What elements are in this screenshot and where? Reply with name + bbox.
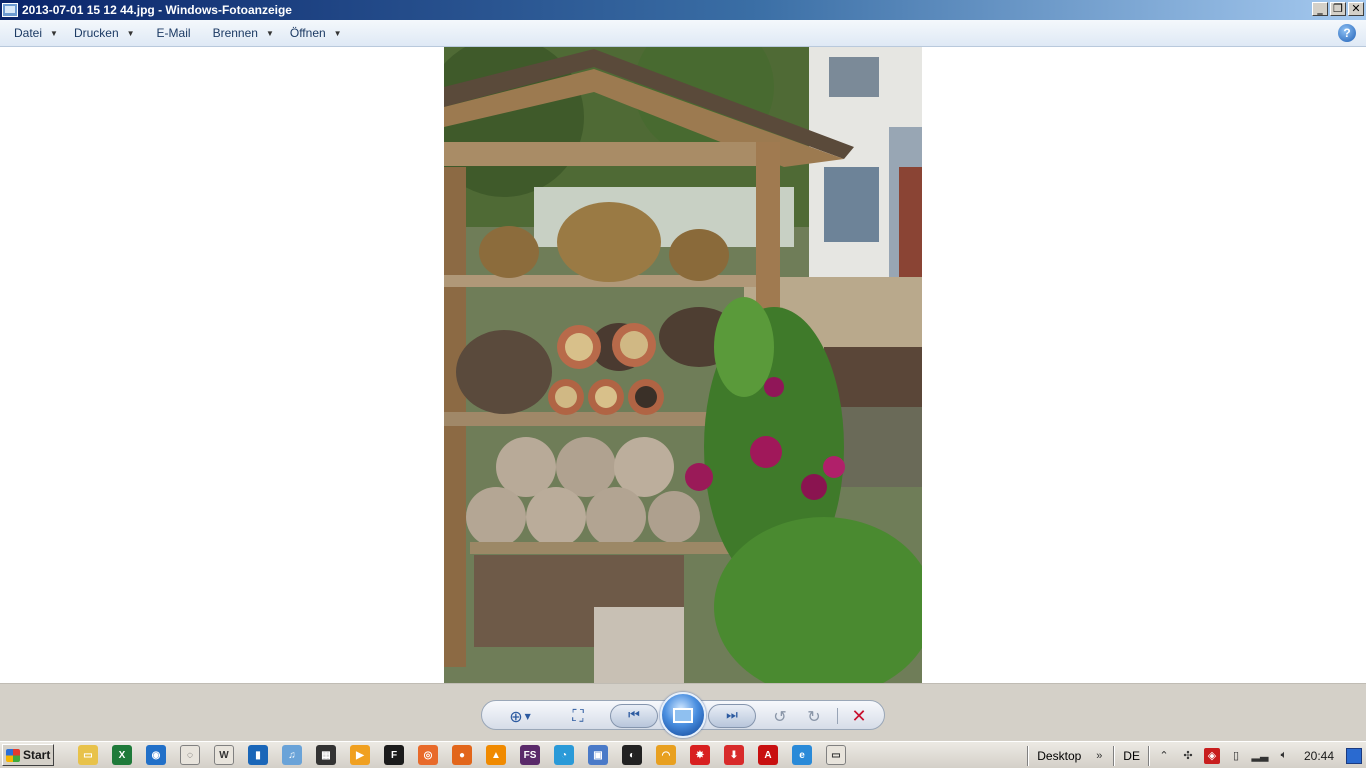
menu-label: Datei	[14, 26, 43, 40]
vlc-icon[interactable]: ▲	[486, 745, 506, 765]
zoom-button[interactable]: ⊕ ▼	[508, 706, 532, 726]
menu-label: Öffnen	[289, 26, 326, 40]
volume-icon[interactable]: 🔈︎	[1276, 748, 1292, 764]
double-chevron-icon[interactable]: »	[1091, 748, 1107, 764]
previous-icon: ⏮	[628, 708, 640, 723]
taskbar: Start ▭ X ◉ ◌ W ▮ ♫ ▦ ▶ F ◎ ● ▲ FS ◔ ▣ ◐ ◠ ✸ ⬇ Ae ▭ Desktop »…	[0, 741, 1366, 768]
divider	[1147, 745, 1150, 766]
show-desktop-icon[interactable]	[1346, 747, 1362, 764]
clock[interactable]: 20:44	[1296, 749, 1342, 763]
media-player-icon[interactable]: ▦	[316, 745, 336, 765]
ftp-icon[interactable]: F	[384, 745, 404, 765]
delete-icon: ✕	[851, 705, 867, 727]
word-icon[interactable]: W	[214, 745, 234, 765]
slideshow-icon	[673, 707, 693, 723]
window-title: 2013-07-01 15 12 44.jpg - Windows-Fotoan…	[22, 3, 292, 17]
menu-label: Drucken	[73, 26, 119, 40]
start-label: Start	[23, 748, 51, 762]
app-blue-icon[interactable]: ◉	[146, 745, 166, 765]
signal-icon[interactable]: ▂▃	[1252, 748, 1269, 764]
headphones-icon[interactable]: ◠	[656, 745, 676, 765]
app-image-icon[interactable]: ▣	[588, 745, 608, 765]
magnifier-plus-icon: ⊕	[509, 706, 523, 726]
help-icon[interactable]: ?	[1338, 24, 1356, 42]
delete-button[interactable]: ✕	[847, 705, 871, 727]
fit-window-button[interactable]: ⛶	[566, 706, 590, 726]
chevron-down-icon: ▼	[524, 711, 531, 721]
app-download-icon[interactable]: ⬇	[724, 745, 744, 765]
title-bar: 2013-07-01 15 12 44.jpg - Windows-Fotoan…	[0, 0, 1366, 20]
language-indicator[interactable]: DE	[1117, 749, 1146, 763]
app-black-icon[interactable]: ◐	[622, 745, 642, 765]
chevron-down-icon: ▼	[333, 28, 342, 38]
minimize-button[interactable]: _	[1312, 2, 1328, 16]
previous-button[interactable]: ⏮	[610, 704, 658, 728]
chevron-up-icon[interactable]: ⌃	[1156, 748, 1172, 764]
fs-icon[interactable]: FS	[520, 745, 540, 765]
menu-label: E-Mail	[156, 26, 191, 40]
battery-icon[interactable]: ▯	[1228, 748, 1244, 764]
fit-window-icon: ⛶	[572, 706, 584, 725]
app-shield-icon[interactable]: ▮	[248, 745, 268, 765]
explorer-icon[interactable]: ▭	[78, 745, 98, 765]
slideshow-button[interactable]	[660, 692, 706, 738]
menu-label: Brennen	[212, 26, 258, 40]
system-tray: Desktop » DE ⌃ ✣ ◈ ▯ ▂▃ 🔈︎ 20:44	[1025, 742, 1366, 769]
quick-launch: ▭ X ◉ ◌ W ▮ ♫ ▦ ▶ F ◎ ● ▲ FS ◔ ▣ ◐ ◠ ✸ ⬇ Ae ▭	[54, 745, 846, 765]
next-icon: ⏭	[726, 708, 738, 723]
app-cyan-icon[interactable]: ◔	[554, 745, 574, 765]
network-cross-icon[interactable]: ✣	[1180, 748, 1196, 764]
chevron-down-icon: ▼	[265, 28, 274, 38]
rotate-right-button[interactable]: ↻	[802, 706, 826, 726]
menu-bar: Datei ▼ Drucken ▼ E-Mail Brennen ▼ Öffne…	[0, 20, 1366, 47]
divider	[1027, 745, 1030, 766]
photo-viewer-icon[interactable]: ▭	[826, 745, 846, 765]
acrobat-icon[interactable]: A	[758, 745, 778, 765]
menu-email[interactable]: E-Mail	[143, 20, 205, 46]
viewer-control-bar: ⊕ ▼ ⛶ ⏮ ⏭ ↺ ↻ ✕	[0, 683, 1366, 741]
start-button[interactable]: Start	[2, 744, 54, 766]
rotate-left-icon: ↺	[773, 706, 787, 726]
desktop-toolbar[interactable]: Desktop	[1031, 749, 1087, 763]
menu-datei[interactable]: Datei ▼	[0, 20, 66, 46]
photo-image	[444, 47, 922, 683]
rotate-left-button[interactable]: ↺	[768, 706, 792, 726]
photo-viewer-icon[interactable]	[2, 3, 18, 17]
app-active-icon[interactable]: ◌	[180, 745, 200, 765]
chevron-down-icon: ▼	[126, 28, 135, 38]
menu-oeffnen[interactable]: Öffnen ▼	[282, 20, 350, 46]
vlc-like-icon[interactable]: ▶	[350, 745, 370, 765]
next-button[interactable]: ⏭	[708, 704, 756, 728]
menu-drucken[interactable]: Drucken ▼	[66, 20, 143, 46]
itunes-icon[interactable]: ♫	[282, 745, 302, 765]
antivirus-icon[interactable]: ◈	[1203, 747, 1220, 764]
close-button[interactable]: ✕	[1348, 2, 1364, 16]
rotate-right-icon: ↻	[807, 706, 821, 726]
firefox-icon[interactable]: ●	[452, 745, 472, 765]
app-star-icon[interactable]: ✸	[690, 745, 710, 765]
ie-icon[interactable]: e	[792, 745, 812, 765]
windows-logo-icon	[6, 748, 20, 762]
app-orange-icon[interactable]: ◎	[418, 745, 438, 765]
chevron-down-icon: ▼	[50, 28, 58, 38]
divider	[1113, 745, 1116, 766]
excel-icon[interactable]: X	[112, 745, 132, 765]
restore-button[interactable]: ❐	[1330, 2, 1346, 16]
menu-brennen[interactable]: Brennen ▼	[205, 20, 282, 46]
image-viewport[interactable]	[0, 47, 1366, 683]
divider	[837, 708, 838, 724]
